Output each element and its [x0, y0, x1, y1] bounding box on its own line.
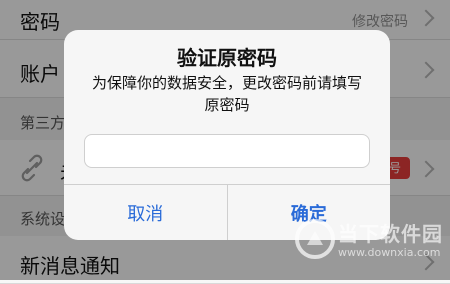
watermark-name: 当下软件园 — [338, 222, 443, 246]
cancel-button[interactable]: 取消 — [64, 185, 227, 240]
dialog-message: 为保障你的数据安全，更改密码前请填写原密码 — [91, 74, 362, 114]
watermark-url: www.downxia.com — [338, 246, 441, 259]
watermark-logo-icon — [295, 219, 335, 259]
verify-password-dialog: 验证原密码 为保障你的数据安全，更改密码前请填写原密码 取消 确定 — [64, 30, 390, 240]
watermark: 当下软件园 www.downxia.com — [294, 216, 444, 272]
original-password-input[interactable] — [84, 134, 370, 168]
dialog-title: 验证原密码 — [177, 46, 277, 70]
